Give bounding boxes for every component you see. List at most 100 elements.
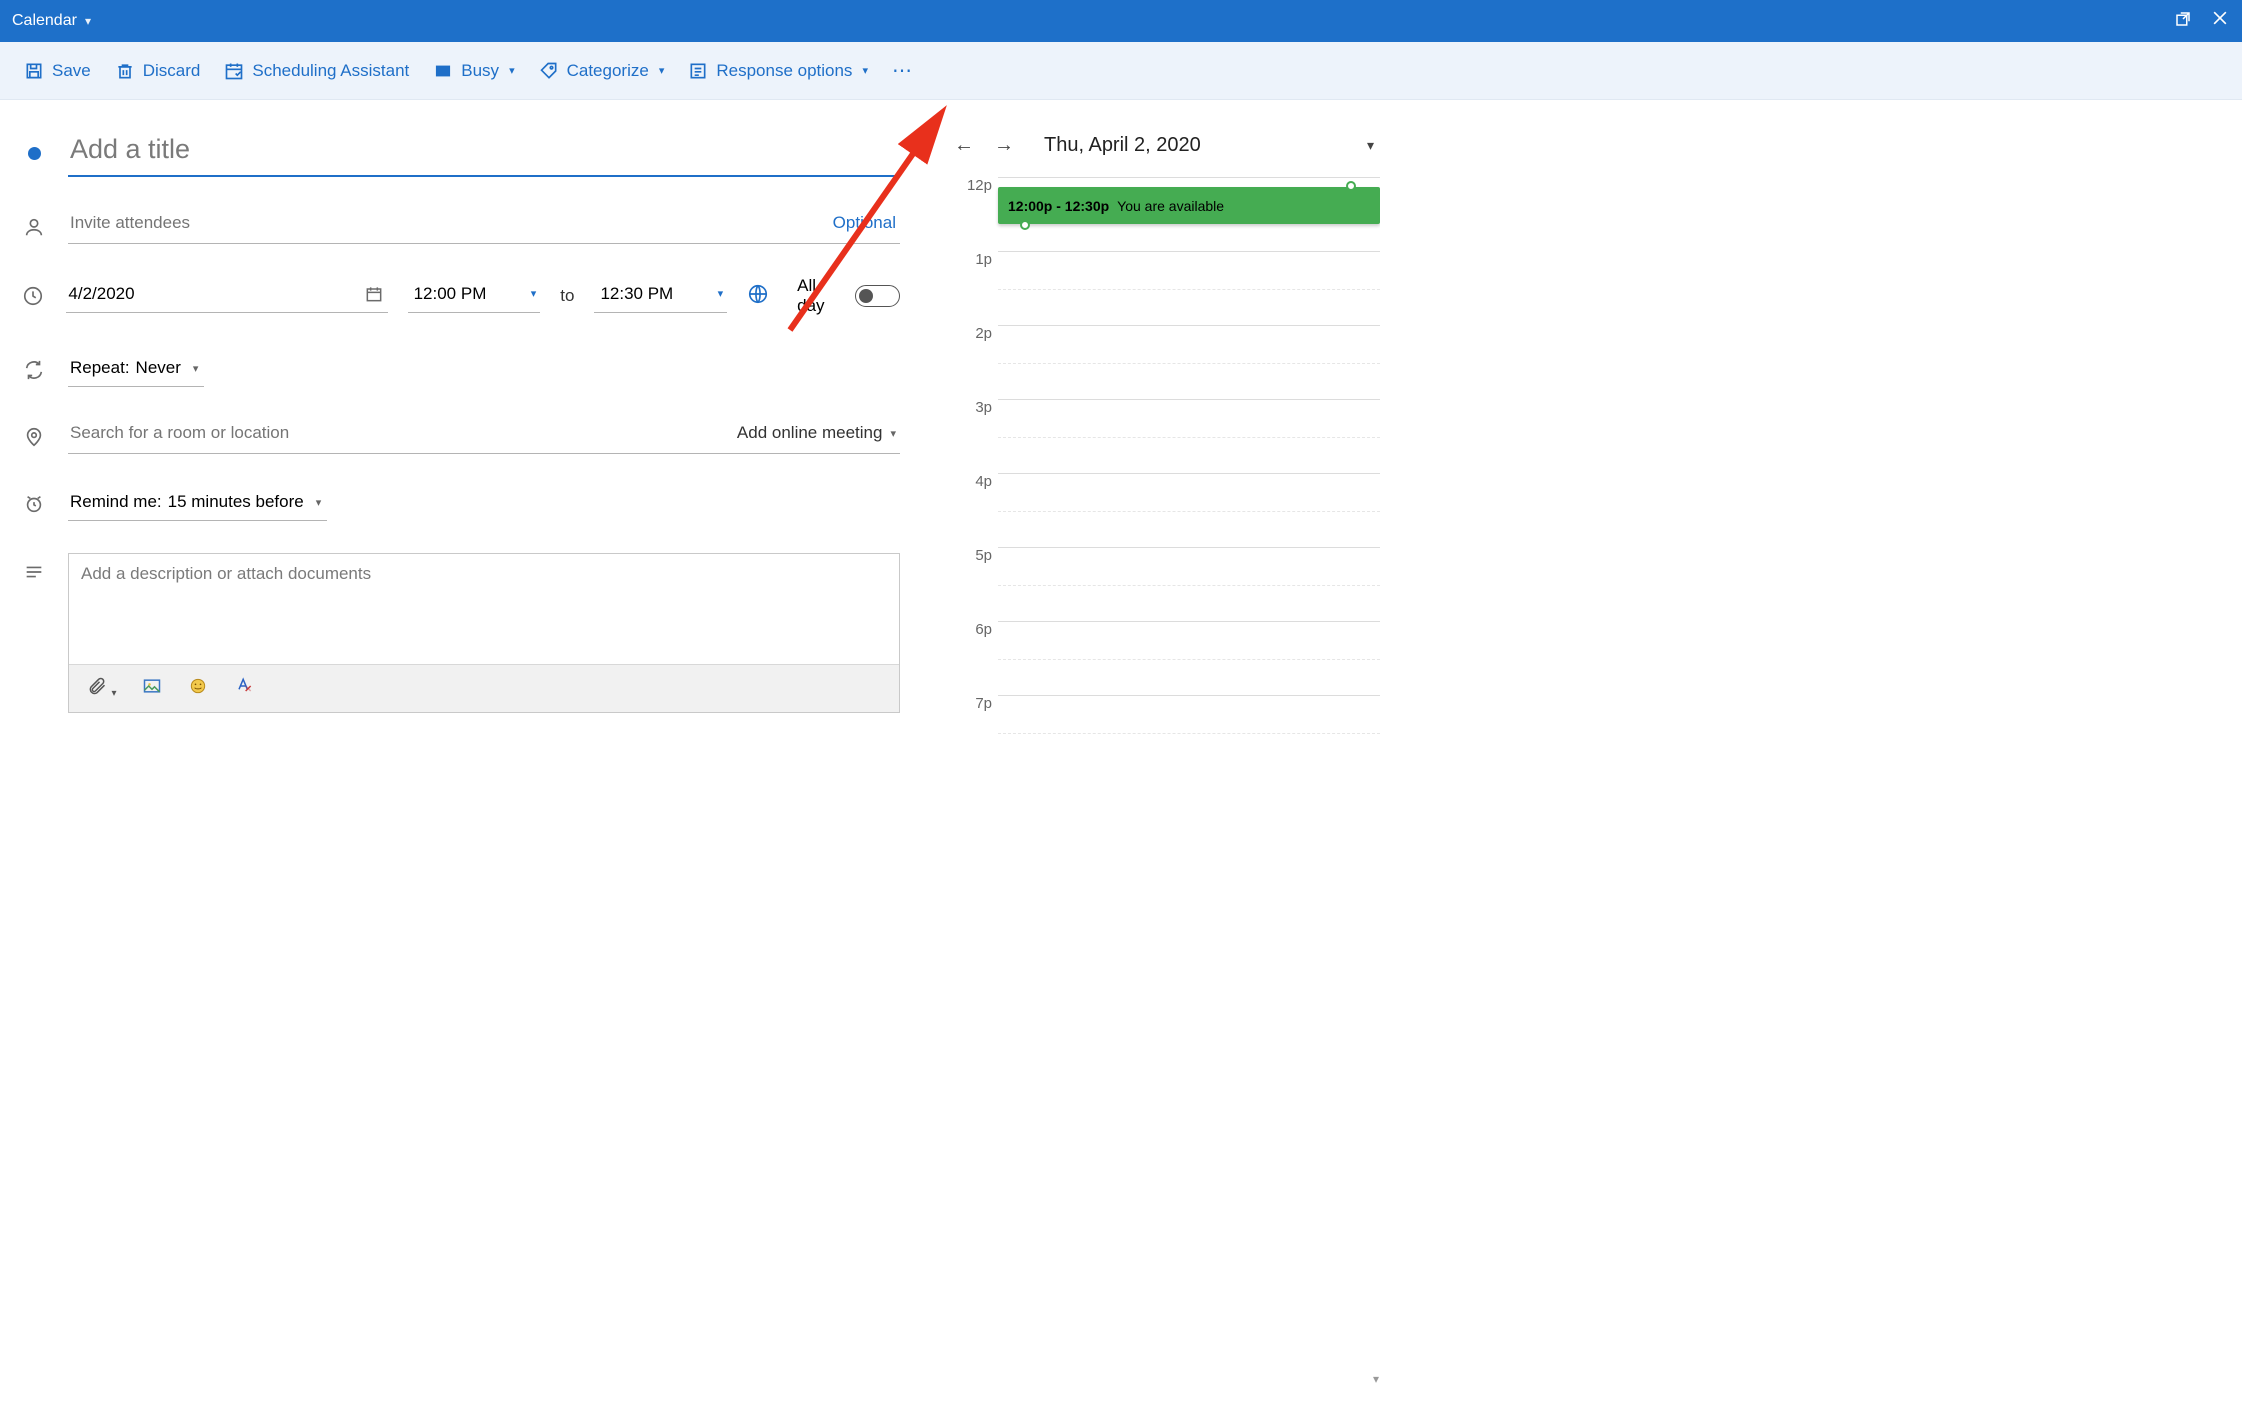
hour-label: 12p [950, 177, 998, 251]
calendar-color-dot [28, 147, 41, 160]
insert-image-button[interactable] [142, 676, 162, 701]
repeat-icon [20, 359, 48, 381]
chevron-down-icon: ▾ [111, 688, 116, 699]
hour-row: 6p [950, 621, 1380, 695]
optional-attendees-button[interactable]: Optional [821, 213, 900, 233]
hour-label: 5p [950, 547, 998, 621]
prev-day-button[interactable]: ← [954, 134, 974, 157]
chevron-down-icon: ▾ [862, 64, 868, 77]
busy-dropdown[interactable]: Busy ▾ [433, 61, 514, 81]
categorize-dropdown[interactable]: Categorize ▾ [539, 61, 665, 81]
scroll-down-caret[interactable]: ▾ [1370, 1372, 1380, 1386]
hour-slot[interactable] [998, 325, 1380, 399]
start-time-value: 12:00 PM [414, 284, 487, 304]
busy-label: Busy [461, 61, 499, 81]
popout-icon[interactable] [2174, 10, 2192, 33]
reminder-icon [20, 493, 48, 515]
remind-label: Remind me: [70, 492, 162, 512]
hour-label: 4p [950, 473, 998, 547]
hour-slot[interactable] [998, 473, 1380, 547]
titlebar-calendar-label[interactable]: Calendar ▾ [12, 12, 91, 30]
event-status: You are available [1117, 198, 1224, 214]
day-timeline[interactable]: ▴ 12p1p2p3p4p5p6p7p 12:00p - 12:30p You … [950, 177, 1380, 1392]
clock-icon [20, 285, 46, 307]
calendar-icon [364, 284, 384, 304]
hour-label: 3p [950, 399, 998, 473]
chevron-down-icon: ▾ [659, 64, 665, 77]
hour-row: 2p [950, 325, 1380, 399]
hour-row: 3p [950, 399, 1380, 473]
repeat-label: Repeat: [70, 358, 130, 378]
chevron-down-icon[interactable]: ▾ [1367, 137, 1374, 154]
hour-slot[interactable] [998, 547, 1380, 621]
online-meeting-label: Add online meeting [737, 423, 883, 443]
location-icon [20, 426, 48, 448]
chevron-down-icon: ▾ [509, 64, 515, 77]
event-title-input[interactable] [68, 130, 900, 177]
remind-value: 15 minutes before [168, 492, 304, 512]
save-button[interactable]: Save [24, 61, 91, 81]
hour-slot[interactable] [998, 621, 1380, 695]
timezone-icon[interactable] [747, 283, 769, 310]
chevron-down-icon: ▾ [531, 287, 537, 300]
hour-slot[interactable] [998, 399, 1380, 473]
chevron-down-icon: ▾ [85, 14, 91, 28]
location-input[interactable] [68, 419, 733, 447]
hour-row: 5p [950, 547, 1380, 621]
close-icon[interactable] [2210, 8, 2230, 34]
hour-row: 4p [950, 473, 1380, 547]
hour-label: 2p [950, 325, 998, 399]
description-textarea[interactable] [69, 554, 899, 664]
chevron-down-icon: ▾ [718, 287, 724, 300]
end-time-picker[interactable]: 12:30 PM ▾ [594, 280, 727, 313]
description-box: ▾ [68, 553, 900, 713]
scheduling-assistant-button[interactable]: Scheduling Assistant [224, 61, 409, 81]
allday-toggle[interactable] [855, 285, 900, 307]
chevron-down-icon: ▾ [193, 362, 199, 375]
formatting-button[interactable] [234, 676, 254, 701]
to-label: to [560, 286, 574, 306]
mini-calendar-header: ← → Thu, April 2, 2020 ▾ [950, 134, 1380, 157]
categorize-label: Categorize [567, 61, 649, 81]
hour-row: 7p [950, 695, 1380, 769]
add-online-meeting-dropdown[interactable]: Add online meeting ▾ [733, 423, 900, 443]
attendees-input[interactable] [68, 209, 821, 237]
date-picker[interactable]: 4/2/2020 [66, 280, 387, 313]
description-toolbar: ▾ [69, 664, 899, 712]
event-resize-handle-top[interactable] [1346, 181, 1356, 191]
date-value: 4/2/2020 [68, 284, 134, 304]
window-titlebar: Calendar ▾ [0, 0, 2242, 42]
hour-label: 1p [950, 251, 998, 325]
hour-slot[interactable] [998, 695, 1380, 769]
emoji-button[interactable] [188, 676, 208, 701]
chevron-down-icon: ▾ [890, 427, 896, 440]
response-options-dropdown[interactable]: Response options ▾ [688, 61, 868, 81]
description-icon [20, 553, 48, 583]
hour-label: 6p [950, 621, 998, 695]
reminder-dropdown[interactable]: Remind me: 15 minutes before ▾ [68, 486, 327, 521]
event-preview[interactable]: 12:00p - 12:30p You are available [998, 187, 1380, 224]
hour-label: 7p [950, 695, 998, 769]
next-day-button[interactable]: → [994, 134, 1014, 157]
hour-slot[interactable] [998, 251, 1380, 325]
chevron-down-icon: ▾ [316, 496, 322, 509]
repeat-value: Never [136, 358, 181, 378]
discard-label: Discard [143, 61, 201, 81]
scheduling-label: Scheduling Assistant [252, 61, 409, 81]
event-resize-handle-bottom[interactable] [1020, 220, 1030, 230]
event-toolbar: Save Discard Scheduling Assistant Busy ▾… [0, 42, 2242, 100]
discard-button[interactable]: Discard [115, 61, 201, 81]
window-title: Calendar [12, 12, 77, 30]
response-label: Response options [716, 61, 852, 81]
person-icon [20, 216, 48, 238]
allday-label: All day [797, 276, 845, 316]
attach-button[interactable]: ▾ [87, 676, 116, 701]
repeat-dropdown[interactable]: Repeat: Never ▾ [68, 352, 204, 387]
end-time-value: 12:30 PM [600, 284, 673, 304]
event-time: 12:00p - 12:30p [1008, 198, 1109, 214]
start-time-picker[interactable]: 12:00 PM ▾ [408, 280, 541, 313]
mini-calendar-date[interactable]: Thu, April 2, 2020 [1044, 134, 1347, 157]
hour-row: 1p [950, 251, 1380, 325]
save-label: Save [52, 61, 91, 81]
more-actions-button[interactable]: ⋯ [892, 58, 914, 83]
